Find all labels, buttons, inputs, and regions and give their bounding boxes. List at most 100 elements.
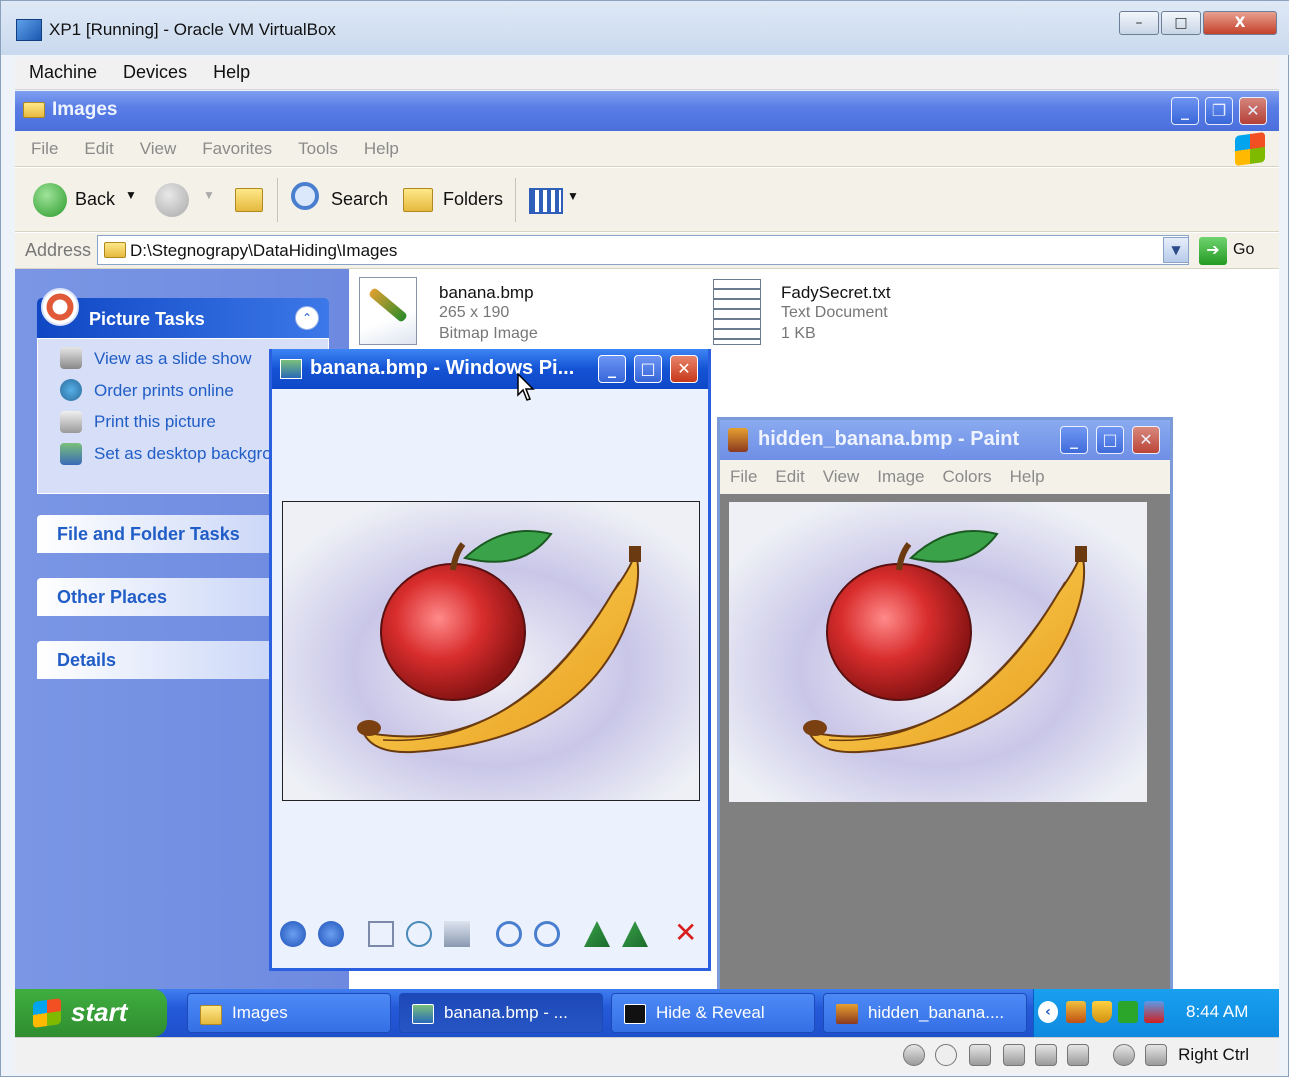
address-input[interactable]: D:\Stegnograpy\DataHiding\Images: [97, 235, 1189, 265]
toolbar-separator: [277, 178, 278, 222]
display-icon[interactable]: [1067, 1044, 1089, 1066]
viewer-minimize-button[interactable]: _: [598, 355, 626, 383]
views-icon[interactable]: [529, 188, 563, 214]
folders-icon[interactable]: [403, 188, 433, 212]
other-places-header[interactable]: Other Places: [37, 578, 297, 616]
start-button[interactable]: start: [15, 989, 167, 1037]
folder-icon: [200, 1005, 222, 1025]
taskbar-item-label: hidden_banana....: [868, 1003, 1005, 1022]
host-menu-machine[interactable]: Machine: [15, 57, 109, 83]
picture-viewer-window: banana.bmp - Windows Pi... _ □ ✕ ✕: [269, 349, 711, 971]
paint-menu-file[interactable]: File: [720, 460, 765, 487]
forward-dropdown-icon[interactable]: ▼: [203, 188, 215, 202]
clock: 8:44 AM: [1186, 1002, 1249, 1021]
viewer-maximize-button[interactable]: □: [634, 355, 662, 383]
optical-drive-icon[interactable]: [935, 1044, 957, 1066]
paint-menu-colors[interactable]: Colors: [933, 460, 1000, 487]
security-shield-icon[interactable]: [1092, 1001, 1112, 1023]
picture-tasks-header[interactable]: Picture Tasks ⌃: [37, 288, 329, 338]
slideshow-icon[interactable]: [444, 921, 470, 947]
taskbar: start Images banana.bmp - ... Hide & Rev…: [15, 989, 1279, 1037]
search-icon[interactable]: [291, 182, 319, 210]
zoom-in-icon[interactable]: [496, 921, 522, 947]
menu-tools[interactable]: Tools: [282, 131, 348, 159]
paint-maximize-button[interactable]: □: [1096, 426, 1124, 454]
views-dropdown-icon[interactable]: ▼: [567, 189, 579, 203]
host-menu-help[interactable]: Help: [199, 57, 262, 83]
viewer-title-bar[interactable]: banana.bmp - Windows Pi... _ □ ✕: [272, 349, 708, 389]
text-file-icon: [713, 279, 761, 345]
folders-button[interactable]: Folders: [443, 189, 503, 210]
best-fit-icon[interactable]: [368, 921, 394, 947]
explorer-restore-button[interactable]: ❐: [1205, 97, 1233, 125]
globe-icon: [60, 379, 82, 401]
toolbar-separator: [515, 178, 516, 222]
mouse-integration-icon[interactable]: [1113, 1044, 1135, 1066]
menu-favorites[interactable]: Favorites: [186, 131, 282, 159]
shared-folders-icon[interactable]: [1035, 1044, 1057, 1066]
paint-close-button[interactable]: ✕: [1132, 426, 1160, 454]
explorer-close-button[interactable]: ✕: [1239, 97, 1267, 125]
tray-app-icon[interactable]: [1066, 1001, 1086, 1023]
taskbar-item-banana-viewer[interactable]: banana.bmp - ...: [399, 993, 603, 1033]
go-button[interactable]: Go: [1233, 241, 1254, 259]
paint-minimize-button[interactable]: _: [1060, 426, 1088, 454]
host-menu-devices[interactable]: Devices: [109, 57, 199, 83]
host-minimize-button[interactable]: –: [1119, 11, 1159, 35]
back-button[interactable]: Back: [75, 189, 115, 210]
tray-green-icon[interactable]: [1118, 1001, 1138, 1023]
host-status-bar: Right Ctrl: [15, 1037, 1279, 1073]
taskbar-item-paint[interactable]: hidden_banana....: [823, 993, 1027, 1033]
search-button[interactable]: Search: [331, 189, 388, 210]
go-arrow-icon[interactable]: ➔: [1199, 237, 1227, 265]
task-order-prints[interactable]: Order prints online: [94, 381, 234, 401]
host-maximize-button[interactable]: □: [1161, 11, 1201, 35]
paint-menu-image[interactable]: Image: [867, 460, 932, 487]
back-arrow-icon[interactable]: [33, 183, 67, 217]
details-header[interactable]: Details: [37, 641, 297, 679]
host-key-icon[interactable]: [1145, 1044, 1167, 1066]
next-image-icon[interactable]: [318, 921, 344, 947]
menu-view[interactable]: View: [124, 131, 187, 159]
file-folder-tasks-header[interactable]: File and Folder Tasks: [37, 515, 297, 553]
host-close-button[interactable]: X: [1203, 11, 1277, 35]
usb-icon[interactable]: [969, 1044, 991, 1066]
tray-expand-icon[interactable]: ‹: [1038, 1001, 1058, 1023]
file-dimensions: 265 x 190: [439, 304, 510, 321]
collapse-chevron-icon[interactable]: ⌃: [295, 306, 319, 330]
delete-icon[interactable]: ✕: [674, 919, 700, 947]
explorer-toolbar: Back ▼ ▼ Search Folders ▼: [15, 168, 1279, 232]
menu-help[interactable]: Help: [348, 131, 409, 159]
file-folder-tasks-title: File and Folder Tasks: [57, 524, 240, 544]
back-dropdown-icon[interactable]: ▼: [125, 188, 137, 202]
menu-file[interactable]: File: [15, 131, 68, 159]
paint-title-bar[interactable]: hidden_banana.bmp - Paint _ □ ✕: [720, 420, 1170, 460]
rotate-clockwise-icon[interactable]: [584, 921, 610, 947]
up-folder-icon[interactable]: [235, 188, 263, 212]
other-places-title: Other Places: [57, 587, 168, 607]
network-adapter-icon[interactable]: [1003, 1044, 1025, 1066]
paint-menu-view[interactable]: View: [813, 460, 868, 487]
address-dropdown-icon[interactable]: ▼: [1163, 237, 1189, 263]
file-type: Bitmap Image: [439, 325, 538, 342]
folder-icon: [104, 242, 126, 258]
paint-canvas[interactable]: [728, 502, 1148, 802]
network-icon[interactable]: [1144, 1001, 1164, 1023]
paint-menu-help[interactable]: Help: [1000, 460, 1053, 487]
paint-menu-edit[interactable]: Edit: [765, 460, 812, 487]
forward-arrow-icon[interactable]: [155, 183, 189, 217]
previous-image-icon[interactable]: [280, 921, 306, 947]
task-view-slideshow[interactable]: View as a slide show: [94, 349, 252, 369]
hard-disk-icon[interactable]: [903, 1044, 925, 1066]
menu-edit[interactable]: Edit: [68, 131, 123, 159]
actual-size-icon[interactable]: [406, 921, 432, 947]
taskbar-item-hide-reveal[interactable]: Hide & Reveal: [611, 993, 815, 1033]
mouse-cursor-icon: [517, 373, 535, 401]
host-title: XP1 [Running] - Oracle VM VirtualBox: [49, 20, 336, 39]
rotate-counterclockwise-icon[interactable]: [622, 921, 648, 947]
viewer-close-button[interactable]: ✕: [670, 355, 698, 383]
zoom-out-icon[interactable]: [534, 921, 560, 947]
task-print-picture[interactable]: Print this picture: [94, 412, 216, 432]
explorer-minimize-button[interactable]: _: [1171, 97, 1199, 125]
taskbar-item-images[interactable]: Images: [187, 993, 391, 1033]
